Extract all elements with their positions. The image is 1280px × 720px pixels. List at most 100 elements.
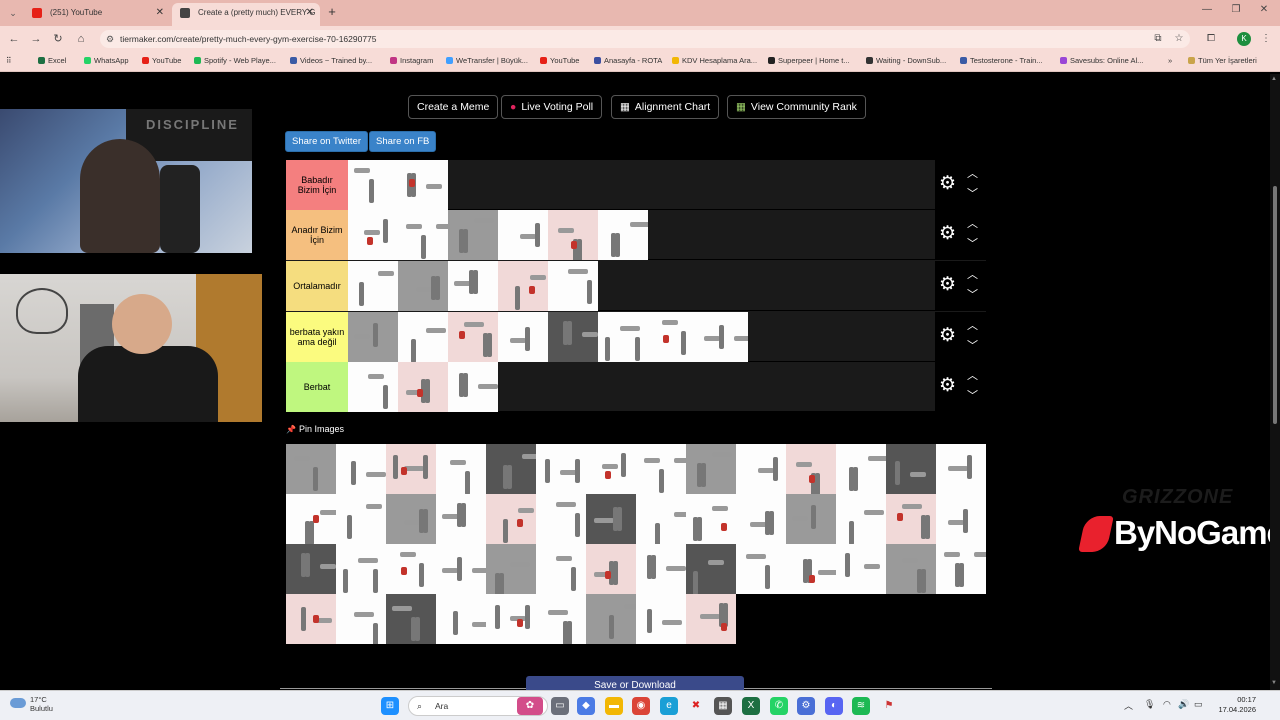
exercise-thumbnail[interactable] [736, 444, 786, 494]
exercise-thumbnail[interactable] [786, 494, 836, 544]
exercise-thumbnail[interactable] [286, 544, 336, 594]
tray-chevron-icon[interactable]: ︿ [1124, 699, 1133, 712]
calculator-icon[interactable]: ▦ [714, 697, 732, 715]
exercise-thumbnail[interactable] [386, 594, 436, 644]
tier-label[interactable]: berbata yakın ama değil [286, 312, 348, 362]
exercise-thumbnail[interactable] [448, 210, 498, 260]
tab-youtube[interactable]: (251) YouTube ✕ [24, 3, 170, 26]
weather-widget[interactable]: 17°C Bulutlu [10, 695, 53, 713]
exercise-thumbnail[interactable] [886, 444, 936, 494]
bookmark-item[interactable]: KDV Hesaplama Ara... [672, 56, 757, 65]
url-field[interactable]: ⚙ tiermaker.com/create/pretty-much-every… [100, 30, 1190, 48]
close-tab-icon[interactable]: ✕ [306, 3, 314, 23]
exercise-thumbnail[interactable] [686, 494, 736, 544]
exercise-thumbnail[interactable] [636, 444, 686, 494]
bookmark-item[interactable]: Anasayfa - ROTA [594, 56, 662, 65]
community-rank-button[interactable]: ▦ View Community Rank [727, 95, 866, 119]
close-window-icon[interactable]: ✕ [1257, 4, 1271, 15]
tier-label[interactable]: Babadır Bizim İçin [286, 160, 348, 210]
exercise-thumbnail[interactable] [348, 312, 398, 362]
exercise-thumbnail[interactable] [636, 494, 686, 544]
exercise-thumbnail[interactable] [836, 544, 886, 594]
exercise-thumbnail[interactable] [648, 312, 698, 362]
chevron-down-icon[interactable]: ﹀ [967, 341, 978, 352]
exercise-thumbnail[interactable] [336, 494, 386, 544]
forward-icon[interactable]: → [28, 31, 44, 47]
exercise-thumbnail[interactable] [548, 312, 598, 362]
exercise-thumbnail[interactable] [386, 494, 436, 544]
exercise-thumbnail[interactable] [686, 444, 736, 494]
gear-icon[interactable]: ⚙ [939, 224, 956, 244]
tier-label[interactable]: Berbat [286, 362, 348, 412]
exercise-thumbnail[interactable] [736, 544, 786, 594]
bookmark-item[interactable]: Spotify - Web Playe... [194, 56, 276, 65]
bookmark-item[interactable]: YouTube [540, 56, 579, 65]
exercise-thumbnail[interactable] [348, 362, 398, 412]
copilot-icon[interactable]: ◆ [577, 697, 595, 715]
scrollbar-thumb[interactable] [1273, 186, 1277, 424]
exercise-thumbnail[interactable] [586, 594, 636, 644]
battery-icon[interactable]: ▭ [1194, 699, 1203, 710]
tulip-widget-icon[interactable]: ✿ [517, 697, 543, 715]
pin-images-toggle[interactable]: 📌 Pin Images [286, 424, 344, 434]
create-meme-button[interactable]: Create a Meme [408, 95, 499, 119]
taskbar-clock[interactable]: 00:17 17.04.2026 [1210, 695, 1256, 715]
exercise-thumbnail[interactable] [586, 494, 636, 544]
reload-icon[interactable]: ↻ [50, 31, 66, 47]
chevron-down-icon[interactable]: ﹀ [967, 391, 978, 402]
exercise-thumbnail[interactable] [736, 494, 786, 544]
exercise-thumbnail[interactable] [436, 594, 486, 644]
exercise-thumbnail[interactable] [398, 210, 448, 260]
extensions-icon[interactable]: ⧠ [1203, 31, 1219, 47]
exercise-thumbnail[interactable] [786, 544, 836, 594]
exercise-thumbnail[interactable] [536, 494, 586, 544]
exercise-thumbnail[interactable] [936, 494, 986, 544]
gear-icon[interactable]: ⚙ [939, 275, 956, 295]
task-view-icon[interactable]: ▭ [551, 697, 569, 715]
exercise-thumbnail[interactable] [536, 594, 586, 644]
tier-label[interactable]: Anadır Bizim İçin [286, 210, 348, 260]
scroll-down-icon[interactable]: ▼ [1271, 680, 1277, 686]
exercise-thumbnail[interactable] [498, 210, 548, 260]
exercise-thumbnail[interactable] [498, 312, 548, 362]
exercise-thumbnail[interactable] [886, 494, 936, 544]
bookmark-item[interactable]: WhatsApp [84, 56, 129, 65]
exercise-thumbnail[interactable] [336, 594, 386, 644]
exercise-thumbnail[interactable] [486, 544, 536, 594]
exercise-thumbnail[interactable] [586, 444, 636, 494]
exercise-thumbnail[interactable] [286, 444, 336, 494]
chrome-icon[interactable]: ◉ [632, 697, 650, 715]
exercise-thumbnail[interactable] [348, 261, 398, 311]
tab-tiermaker[interactable]: Create a (pretty much) EVERY G ✕ [172, 3, 320, 26]
exercise-thumbnail[interactable] [448, 261, 498, 311]
exercise-thumbnail[interactable] [686, 594, 736, 644]
exercise-thumbnail[interactable] [398, 312, 448, 362]
profile-avatar[interactable]: K [1237, 32, 1251, 46]
spotify-icon[interactable]: ≋ [852, 697, 870, 715]
exercise-thumbnail[interactable] [786, 444, 836, 494]
tier-label[interactable]: Ortalamadır [286, 261, 348, 311]
chevron-up-icon[interactable]: ︿ [967, 371, 978, 382]
exercise-thumbnail[interactable] [286, 594, 336, 644]
settings-icon[interactable]: ⚙ [797, 697, 815, 715]
tab-search-icon[interactable]: ⌄ [6, 6, 20, 20]
share-fb-button[interactable]: Share on FB [369, 131, 437, 152]
exercise-thumbnail[interactable] [598, 312, 648, 362]
exercise-thumbnail[interactable] [448, 312, 498, 362]
exercise-thumbnail[interactable] [486, 594, 536, 644]
exercise-thumbnail[interactable] [336, 444, 386, 494]
exercise-thumbnail[interactable] [698, 312, 748, 362]
gear-icon[interactable]: ⚙ [939, 326, 956, 346]
site-info-icon[interactable]: ⚙ [106, 30, 114, 48]
edge-icon[interactable]: e [660, 697, 678, 715]
all-bookmarks[interactable]: Tüm Yer İşaretleri [1188, 56, 1257, 65]
exercise-thumbnail[interactable] [348, 160, 398, 210]
bookmark-item[interactable]: Waiting - DownSub... [866, 56, 946, 65]
share-twitter-button[interactable]: Share on Twitter [285, 131, 369, 152]
bookmark-item[interactable]: Instagram [390, 56, 433, 65]
bookmark-item[interactable]: YouTube [142, 56, 181, 65]
chevron-down-icon[interactable]: ﹀ [967, 189, 978, 200]
microphone-icon[interactable]: 🎙 [1144, 699, 1155, 710]
exercise-thumbnail[interactable] [436, 444, 486, 494]
exercise-thumbnail[interactable] [836, 494, 886, 544]
